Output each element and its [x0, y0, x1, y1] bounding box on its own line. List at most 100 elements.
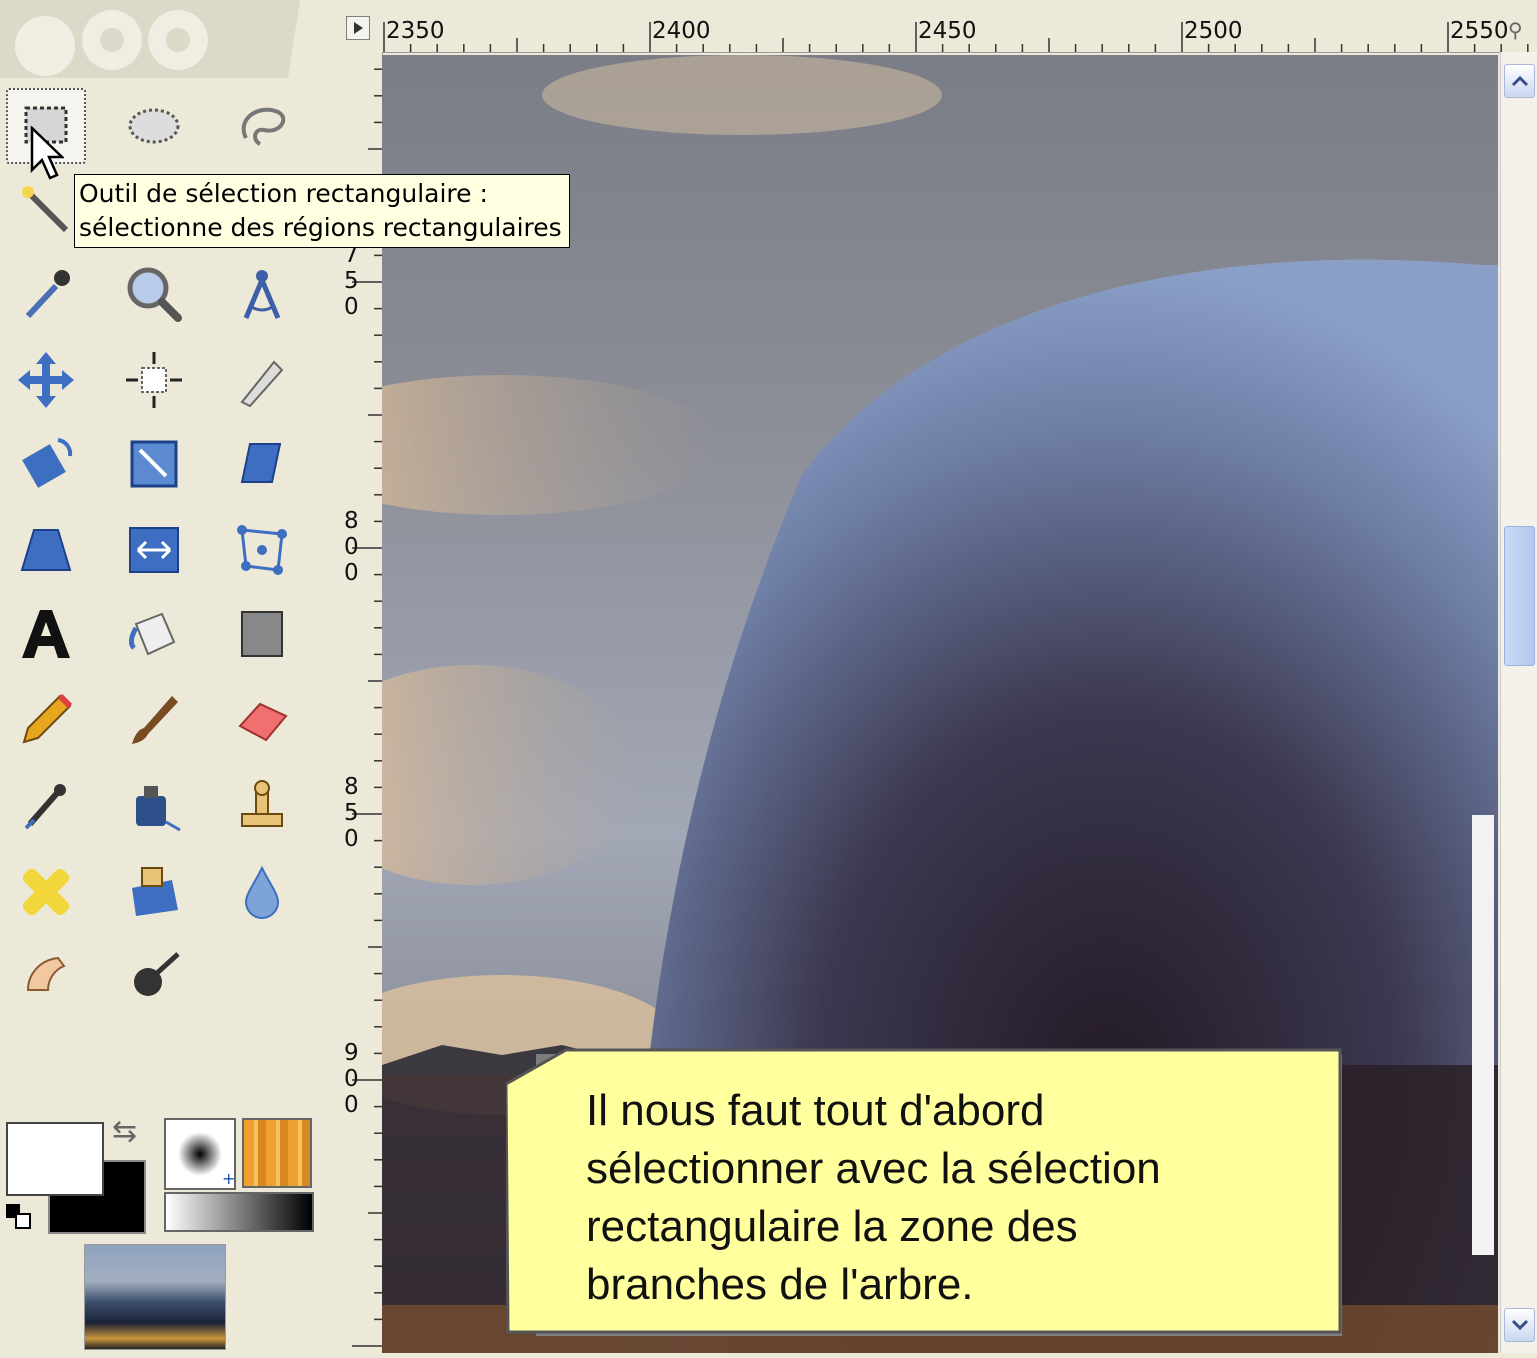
default-colors-icon[interactable]: [4, 1202, 34, 1232]
paintbrush-icon: [132, 696, 178, 744]
tool-ellipse-select[interactable]: [114, 88, 194, 164]
tool-align[interactable]: [114, 342, 194, 418]
shear-icon: [240, 443, 282, 483]
eyedropper-icon: [25, 270, 70, 319]
tool-text[interactable]: [6, 596, 86, 672]
ruler-label-digit: 0: [344, 534, 359, 560]
tool-paintbrush[interactable]: [114, 682, 194, 758]
water-drop-icon: [244, 865, 280, 919]
scroll-down-button[interactable]: [1504, 1308, 1535, 1342]
tool-dodge-burn[interactable]: [114, 938, 194, 1014]
airbrush-icon: [24, 784, 66, 830]
callout-text: Il nous faut tout d'abord sélectionner a…: [586, 1082, 1306, 1314]
tool-ink[interactable]: [114, 768, 194, 844]
tool-move[interactable]: [6, 342, 86, 418]
tool-measure[interactable]: [222, 256, 302, 332]
tool-pencil[interactable]: [6, 682, 86, 758]
tool-color-picker[interactable]: [6, 256, 86, 332]
text-a-icon: [22, 610, 70, 658]
cage-icon: [237, 525, 287, 575]
chevron-down-icon: [1511, 1319, 1528, 1331]
tool-blend[interactable]: [222, 596, 302, 672]
tool-blur-sharpen[interactable]: [222, 854, 302, 930]
ruler-label: 2500: [1184, 18, 1243, 44]
brush-shape-icon: +: [178, 1132, 235, 1188]
tool-smudge[interactable]: [6, 938, 86, 1014]
tool-eraser[interactable]: [222, 682, 302, 758]
heal-bandage-icon: [23, 869, 69, 915]
horizontal-ruler: 2350 2400 2450 2500 2550: [340, 0, 1537, 53]
dodge-burn-icon: [134, 952, 180, 996]
callout-line-4: branches de l'arbre.: [586, 1260, 974, 1309]
tool-free-select[interactable]: [222, 88, 302, 164]
tool-perspective-clone[interactable]: [114, 854, 194, 930]
clone-stamp-icon: [241, 780, 283, 827]
ruler-label: 2400: [652, 18, 711, 44]
vertical-scrollbar[interactable]: [1500, 52, 1537, 1353]
tool-heal[interactable]: [6, 854, 86, 930]
align-icon: [126, 352, 182, 408]
tool-scale[interactable]: [114, 426, 194, 502]
tooltip-line-2: sélectionne des régions rectangulaires: [79, 213, 562, 242]
callout-line-1: Il nous faut tout d'abord: [586, 1086, 1045, 1135]
chevron-up-icon: [1511, 75, 1528, 87]
tool-bucket-fill[interactable]: [114, 596, 194, 672]
perspective-clone-icon: [132, 867, 178, 916]
scalpel-icon: [240, 360, 284, 408]
scale-icon: [130, 440, 178, 488]
ruler-label-digit: 0: [344, 1066, 359, 1092]
svg-text:+: +: [222, 1169, 234, 1188]
brush-preview[interactable]: +: [164, 1118, 236, 1190]
color-area: ⇆: [0, 1110, 160, 1238]
ruler-label-digit: 0: [344, 1092, 359, 1118]
gimp-logo: [0, 0, 300, 78]
tool-rotate[interactable]: [6, 426, 86, 502]
eraser-icon: [238, 702, 288, 742]
compass-icon: [243, 270, 281, 319]
gradient-icon: [241, 611, 283, 657]
tool-flip[interactable]: [114, 512, 194, 588]
lasso-icon: [241, 107, 286, 146]
ruler-label-digit: 0: [344, 826, 359, 852]
tool-clone[interactable]: [222, 768, 302, 844]
ruler-label-digit: 0: [344, 560, 359, 586]
tool-crop[interactable]: [222, 342, 302, 418]
gradient-preview[interactable]: [164, 1192, 314, 1232]
tool-zoom[interactable]: [114, 256, 194, 332]
flip-icon: [129, 527, 179, 573]
swap-colors-icon[interactable]: ⇆: [112, 1114, 137, 1149]
tool-cage[interactable]: [222, 512, 302, 588]
ruler-menu-button[interactable]: [346, 16, 370, 40]
smudge-finger-icon: [26, 956, 66, 991]
image-thumbnail[interactable]: [84, 1244, 226, 1350]
ellipse-select-icon: [128, 108, 180, 144]
tool-airbrush[interactable]: [6, 768, 86, 844]
ruler-label-digit: 0: [344, 52, 359, 54]
scroll-up-button[interactable]: [1504, 64, 1535, 98]
tooltip-line-1: Outil de sélection rectangulaire :: [79, 179, 488, 208]
ink-icon: [136, 786, 181, 832]
magnifier-icon: [127, 267, 182, 322]
mouse-cursor-icon: [30, 126, 64, 180]
tool-perspective[interactable]: [6, 512, 86, 588]
foreground-color-swatch[interactable]: [6, 1122, 104, 1196]
scroll-thumb[interactable]: [1504, 526, 1535, 666]
ruler-label: 2350: [386, 18, 445, 44]
ruler-label: 2450: [918, 18, 977, 44]
ruler-label-digit: 5: [344, 800, 359, 826]
zoom-navigate-icon[interactable]: ⚲: [1508, 18, 1536, 46]
ruler-label-digit: 8: [344, 774, 359, 800]
callout-line-3: rectangulaire la zone des: [586, 1202, 1078, 1251]
ruler-label-digit: 8: [344, 508, 359, 534]
ruler-label-digit: 5: [344, 268, 359, 294]
perspective-icon: [20, 529, 72, 571]
ruler-label-digit: 0: [344, 294, 359, 320]
pattern-preview[interactable]: [242, 1118, 312, 1188]
ruler-label: 2550: [1450, 18, 1509, 44]
callout-line-2: sélectionner avec la sélection: [586, 1144, 1161, 1193]
toolbox-panel: Outil de sélection rectangulaire : sélec…: [0, 0, 570, 1353]
rotate-icon: [22, 438, 73, 488]
tool-shear[interactable]: [222, 426, 302, 502]
move-arrows-icon: [18, 352, 74, 408]
triangle-right-icon: [354, 22, 363, 34]
